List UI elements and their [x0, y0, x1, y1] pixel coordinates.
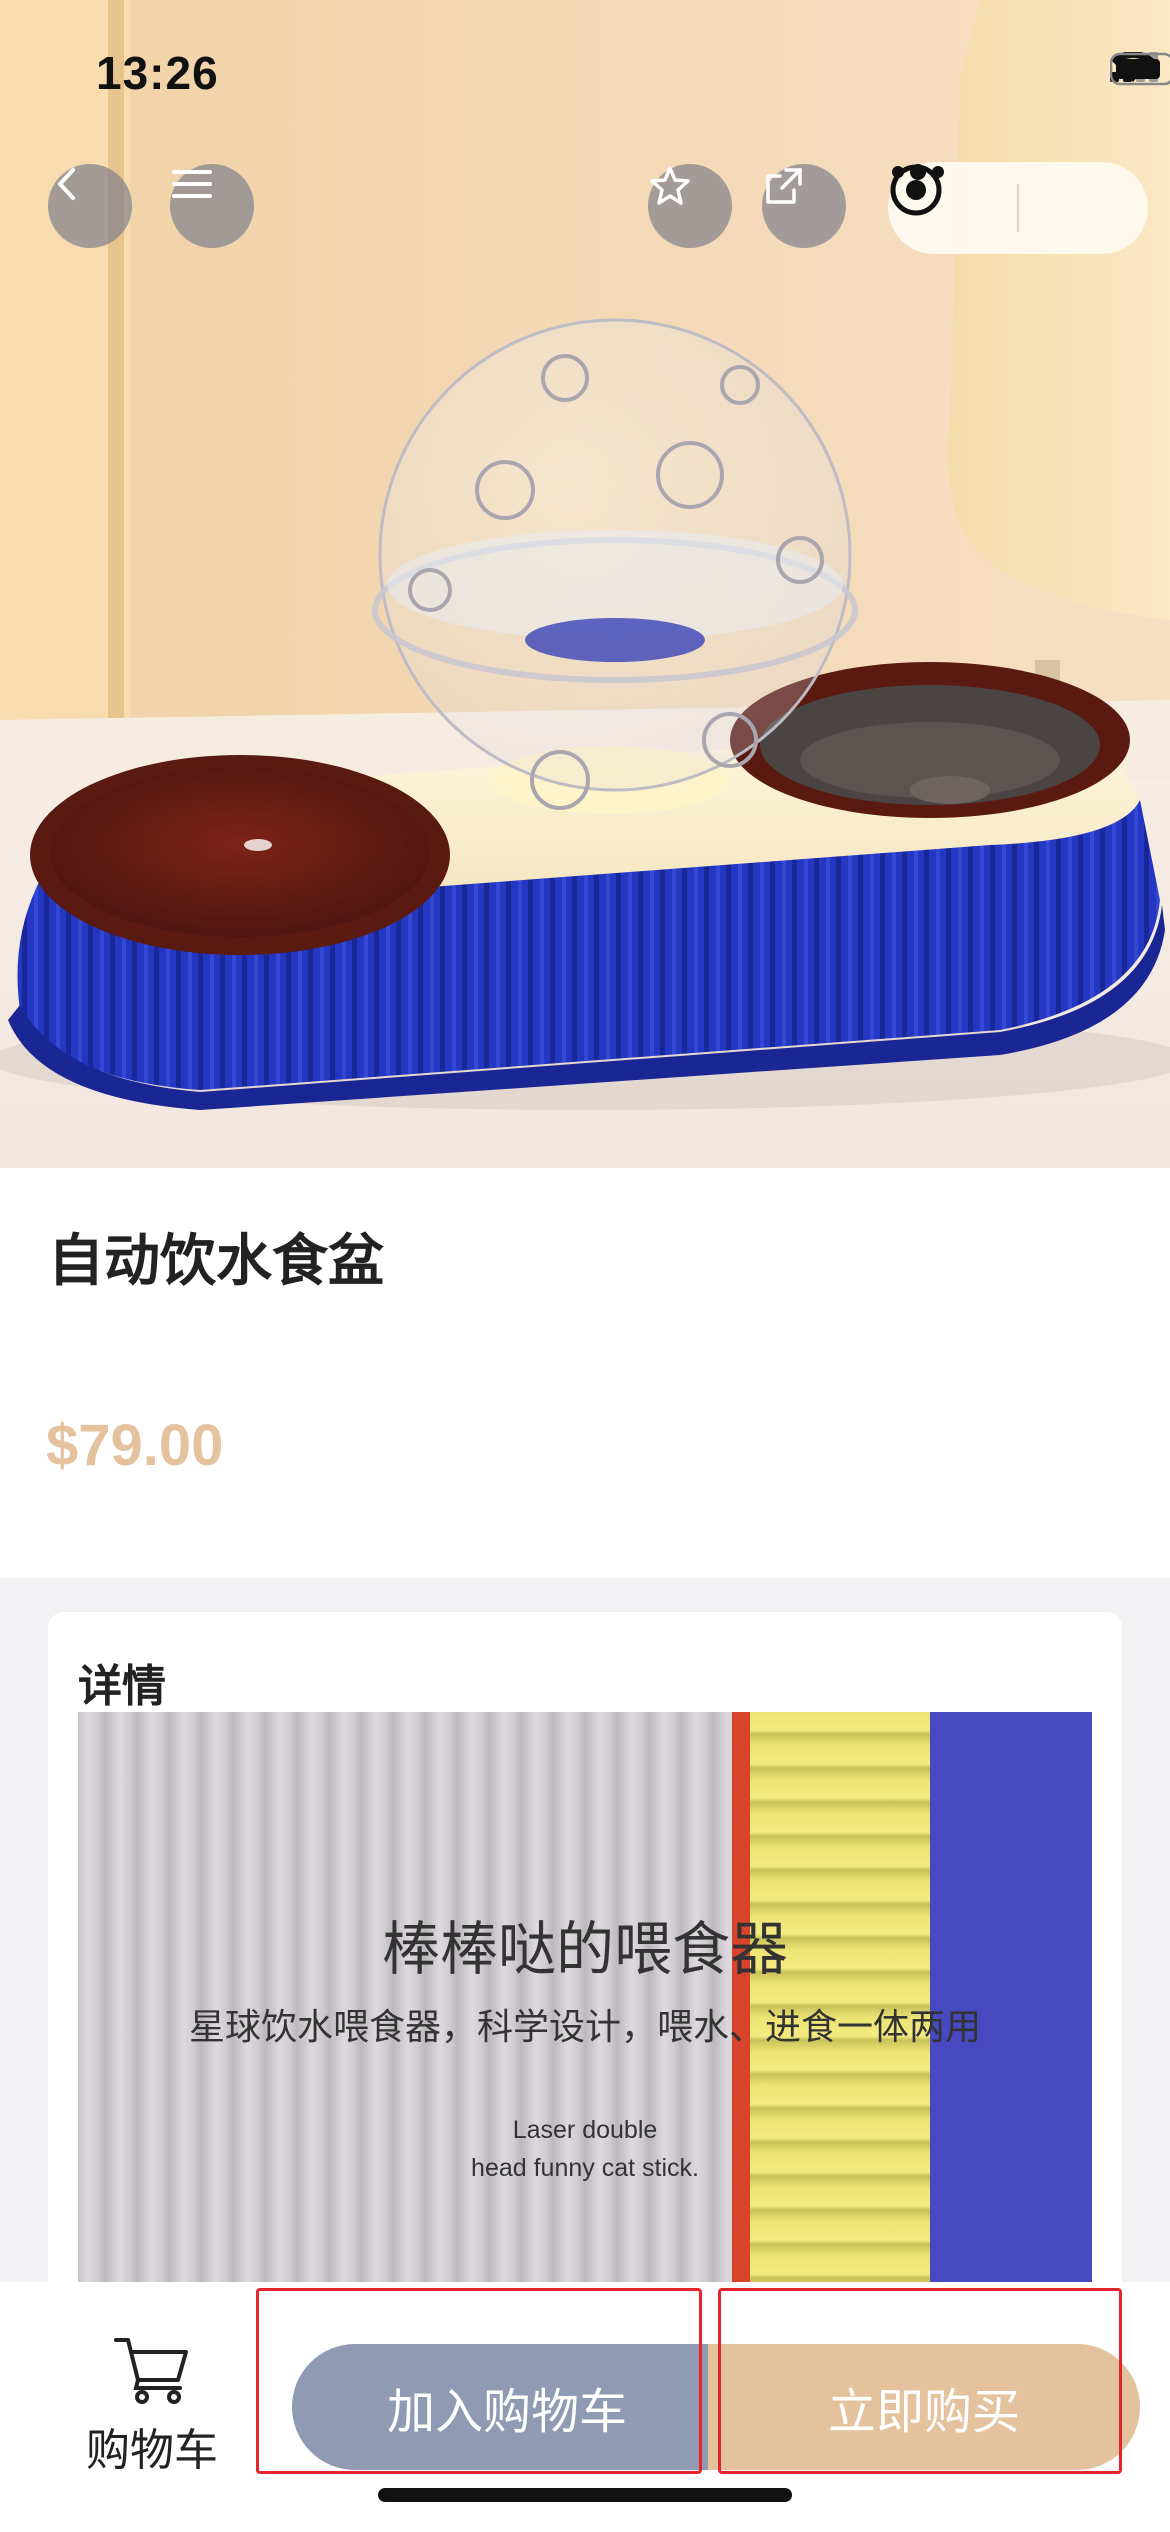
buy-now-button[interactable]: 立即购买	[708, 2344, 1140, 2470]
details-image: 棒棒哒的喂食器 星球饮水喂食器，科学设计，喂水、进食一体两用 Laser dou…	[78, 1712, 1092, 2312]
image-english-line-1: Laser double	[512, 2116, 658, 2144]
cart-label: 购物车	[86, 2425, 218, 2476]
image-subline: 星球饮水喂食器，科学设计，喂水、进食一体两用	[188, 2007, 981, 2048]
image-english-line-2: head funny cat stick.	[471, 2154, 699, 2182]
battery-icon	[1110, 52, 1170, 86]
menu-button[interactable]	[170, 164, 254, 248]
back-button[interactable]	[48, 164, 132, 248]
share-button[interactable]	[762, 164, 846, 248]
status-bar: 13:26	[0, 0, 1170, 140]
miniprogram-capsule	[888, 162, 1148, 254]
home-indicator	[378, 2488, 792, 2502]
star-icon	[650, 166, 690, 205]
favorite-button[interactable]	[648, 164, 732, 248]
details-heading: 详情	[78, 1661, 166, 1712]
cart-entry-button[interactable]: 购物车	[60, 2334, 244, 2484]
add-to-cart-button[interactable]: 加入购物车	[292, 2344, 722, 2470]
share-icon	[766, 168, 802, 204]
close-miniprogram-button[interactable]	[890, 162, 1148, 254]
image-headline: 棒棒哒的喂食器	[381, 1915, 788, 1983]
shopping-cart-icon	[114, 2338, 188, 2404]
product-info: 自动饮水食盆 $79.00	[0, 1168, 1170, 1578]
target-circle-icon	[890, 164, 942, 216]
chevron-left-icon	[58, 168, 75, 200]
hamburger-icon	[172, 170, 212, 198]
product-title: 自动饮水食盆	[48, 1229, 384, 1294]
product-hero-image: 13:26	[0, 0, 1170, 1168]
status-time: 13:26	[96, 47, 219, 99]
product-price: $79.00	[46, 1413, 224, 1478]
details-card: 详情 棒棒哒的喂食器 星球饮水喂食器，科学设计，喂水、进食一体两用 Laser …	[48, 1612, 1122, 2372]
